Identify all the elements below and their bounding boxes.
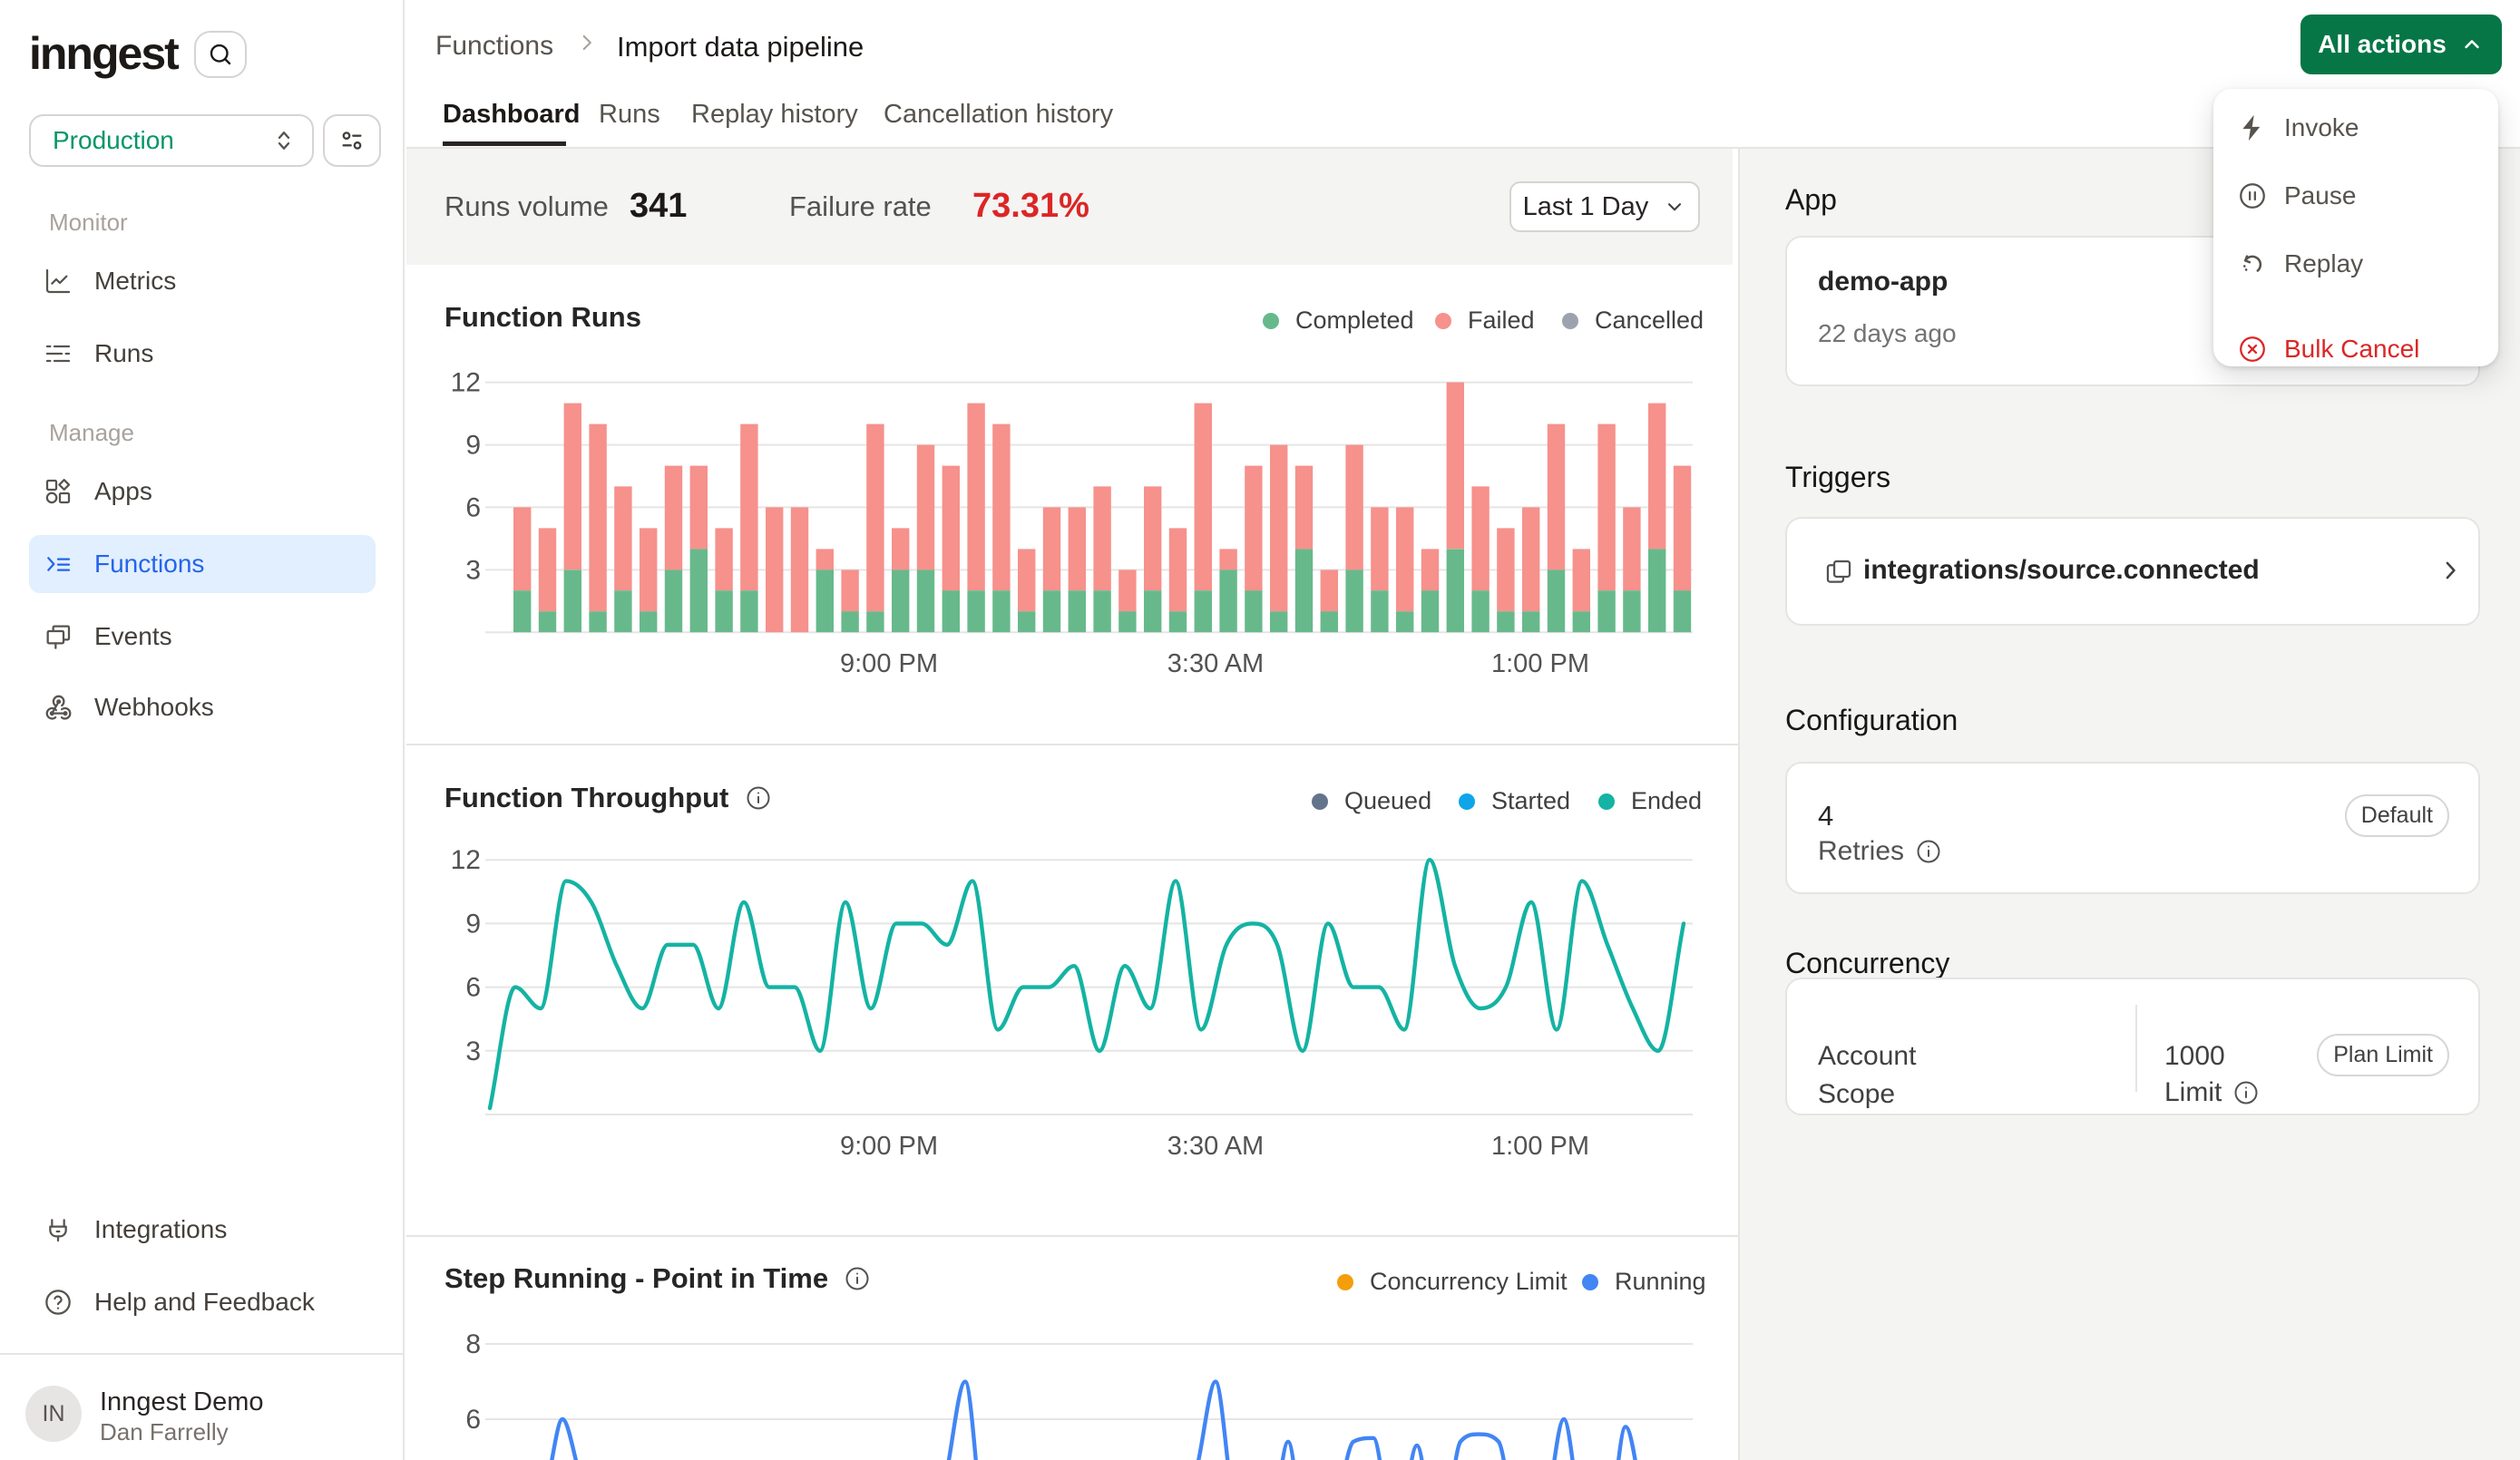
svg-text:9: 9 <box>465 909 481 939</box>
svg-text:12: 12 <box>451 368 481 398</box>
svg-text:6: 6 <box>465 1405 481 1435</box>
svg-text:8: 8 <box>465 1329 481 1359</box>
svg-text:1:00 PM: 1:00 PM <box>1491 1132 1589 1161</box>
svg-text:3: 3 <box>465 1037 481 1066</box>
svg-text:6: 6 <box>465 973 481 1003</box>
svg-text:9: 9 <box>465 431 481 461</box>
svg-text:3: 3 <box>465 555 481 585</box>
svg-text:3:30 AM: 3:30 AM <box>1167 1132 1264 1161</box>
svg-text:1:00 PM: 1:00 PM <box>1491 649 1589 678</box>
svg-text:9:00 PM: 9:00 PM <box>840 649 938 678</box>
svg-text:6: 6 <box>465 492 481 522</box>
svg-text:12: 12 <box>451 845 481 875</box>
svg-text:9:00 PM: 9:00 PM <box>840 1132 938 1161</box>
svg-text:3:30 AM: 3:30 AM <box>1167 649 1264 678</box>
